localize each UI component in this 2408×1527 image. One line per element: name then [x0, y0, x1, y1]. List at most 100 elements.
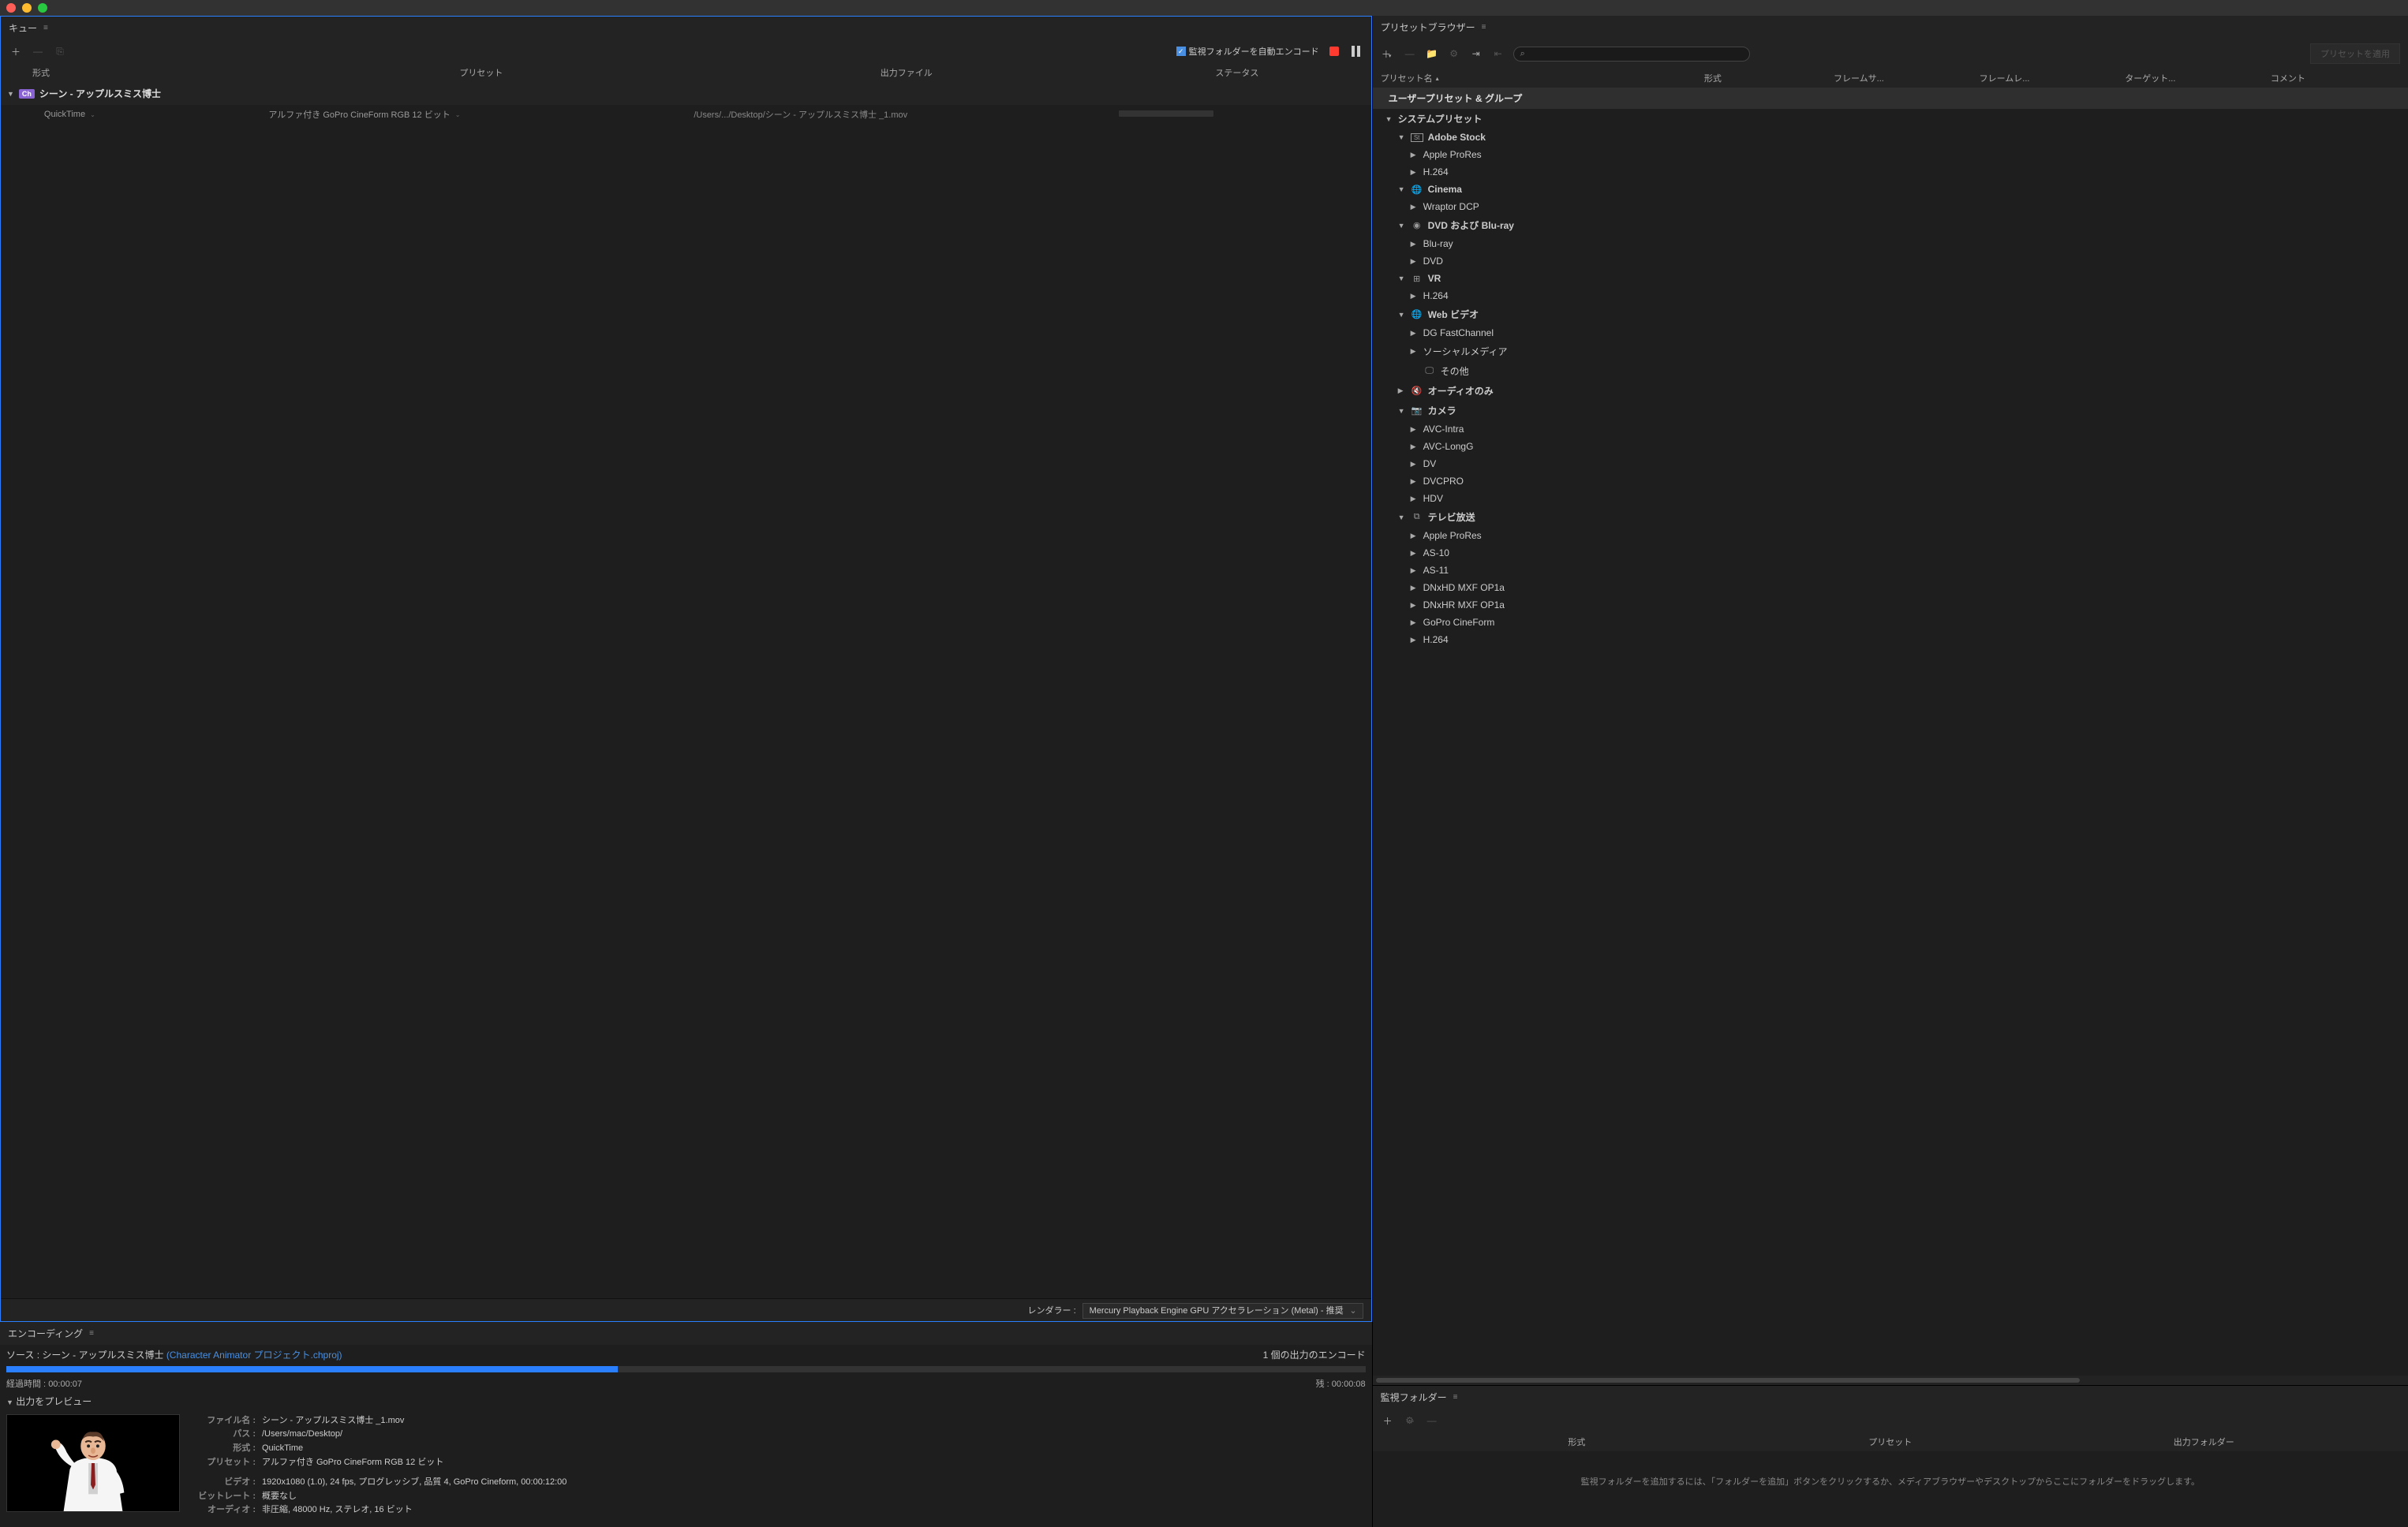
- preset-tree-item[interactable]: ▶DNxHD MXF OP1a: [1373, 579, 2408, 596]
- preset-tree-item[interactable]: ▶H.264: [1373, 287, 2408, 304]
- queue-source-row[interactable]: ▼ Ch シーン - アップルスミス博士: [1, 82, 1371, 105]
- remove-preset-button[interactable]: —: [1403, 47, 1417, 61]
- preset-tree-item[interactable]: ▶🔇オーディオのみ: [1373, 381, 2408, 401]
- preset-tree-item[interactable]: ▶HDV: [1373, 490, 2408, 507]
- encoding-project-link[interactable]: (Character Animator プロジェクト.chproj): [166, 1350, 342, 1361]
- duplicate-button[interactable]: ⎘: [53, 44, 67, 58]
- panel-menu-icon[interactable]: ≡: [43, 24, 48, 32]
- add-watch-folder-button[interactable]: ＋: [1381, 1413, 1395, 1428]
- chevron-down-icon: ▼: [1398, 407, 1406, 415]
- preset-tree-item[interactable]: ▶ AS-11: [1373, 562, 2408, 579]
- chevron-right-icon: ▶: [1411, 601, 1419, 610]
- preset-tree-item[interactable]: ▶ Apple ProRes: [1373, 527, 2408, 544]
- auto-encode-checkbox[interactable]: ✓ 監視フォルダーを自動エンコード: [1176, 45, 1319, 58]
- encoding-count: 1 個の出力のエンコード: [1263, 1348, 1366, 1361]
- preset-tree-item[interactable]: ▶Wraptor DCP: [1373, 198, 2408, 215]
- chevron-right-icon: ▶: [1411, 442, 1419, 451]
- panel-menu-icon[interactable]: ≡: [1482, 23, 1486, 32]
- preview-disclosure[interactable]: ▼ 出力をプレビュー: [6, 1394, 1366, 1408]
- col-preset-format[interactable]: 形式: [1704, 72, 1834, 84]
- new-group-button[interactable]: 📁: [1425, 47, 1439, 61]
- preset-tree-label: AS-10: [1423, 547, 1449, 558]
- col-preset-comment[interactable]: コメント: [2271, 72, 2400, 84]
- preset-tree-label: カメラ: [1428, 404, 1456, 417]
- add-preset-button[interactable]: ＋▾: [1381, 47, 1395, 61]
- preset-tree-item[interactable]: ▶AVC-LongG: [1373, 438, 2408, 455]
- preset-tree-item[interactable]: ▼🌐Web ビデオ: [1373, 304, 2408, 324]
- preset-tree-item[interactable]: ▶DVD: [1373, 252, 2408, 270]
- preset-tree-label: AS-11: [1423, 565, 1449, 576]
- renderer-row: レンダラー : Mercury Playback Engine GPU アクセラ…: [1, 1298, 1371, 1321]
- apply-preset-button[interactable]: プリセットを適用: [2310, 43, 2400, 64]
- preset-tree-item[interactable]: ▶ソーシャルメディア: [1373, 342, 2408, 361]
- col-preset-target[interactable]: ターゲット...: [2125, 72, 2271, 84]
- preset-tree-item[interactable]: ▶DNxHR MXF OP1a: [1373, 596, 2408, 614]
- preset-tree-label: その他: [1441, 364, 1469, 378]
- col-preset-framerate[interactable]: フレームレ...: [1980, 72, 2126, 84]
- output-format[interactable]: QuickTime: [44, 110, 85, 119]
- chevron-down-icon: ▼: [1398, 274, 1406, 282]
- preset-tree-item[interactable]: ▼StAdobe Stock: [1373, 129, 2408, 146]
- disclosure-icon[interactable]: ▼: [7, 90, 14, 98]
- col-preset-name[interactable]: プリセット名 ▴: [1381, 72, 1704, 84]
- import-preset-button[interactable]: ⇥: [1469, 47, 1483, 61]
- preset-tree-item[interactable]: ▼📷カメラ: [1373, 401, 2408, 420]
- preset-browser-panel: プリセットブラウザー ≡ ＋▾ — 📁 ⚙ ⇥ ⇤ ⌕ プリセットを適用 プリセ…: [1373, 16, 2408, 1385]
- queue-panel: キュー ≡ ＋ — ⎘ ✓ 監視フォルダーを自動エンコード 形式 プリセット: [0, 16, 1372, 1322]
- preset-tree-label: Web ビデオ: [1428, 308, 1479, 321]
- preset-panel-header: プリセットブラウザー ≡: [1373, 16, 2408, 39]
- preset-tree-item[interactable]: ▶DV: [1373, 455, 2408, 472]
- system-presets-group[interactable]: ▼ システムプリセット: [1373, 109, 2408, 129]
- watch-folder-panel: 監視フォルダー ≡ ＋ ⚙̶ — 形式 プリセット 出力フォルダー 監視フォルダ…: [1373, 1385, 2408, 1527]
- watch-panel-header: 監視フォルダー ≡: [1373, 1386, 2408, 1409]
- preset-tree-item[interactable]: ▶Apple ProRes: [1373, 146, 2408, 163]
- preview-thumbnail: [6, 1414, 180, 1512]
- chevron-right-icon: ▶: [1411, 151, 1419, 159]
- preset-tree-item[interactable]: ▼⊞VR: [1373, 270, 2408, 287]
- preset-tree-label: DVCPRO: [1423, 476, 1464, 487]
- close-window-button[interactable]: [6, 3, 16, 13]
- preset-tree-label: Apple ProRes: [1423, 530, 1482, 541]
- remove-watch-folder-button[interactable]: ⚙̶: [1403, 1413, 1417, 1428]
- preset-tree-item[interactable]: 🖵その他: [1373, 361, 2408, 381]
- maximize-window-button[interactable]: [38, 3, 47, 13]
- chevron-right-icon: ▶: [1411, 566, 1419, 575]
- preset-tree-item[interactable]: ▶H.264: [1373, 163, 2408, 181]
- preset-tree-item[interactable]: ▼🌐Cinema: [1373, 181, 2408, 198]
- chevron-right-icon: ▶: [1411, 532, 1419, 540]
- category-icon: 🌐: [1411, 309, 1423, 319]
- chevron-right-icon: ▶: [1411, 495, 1419, 503]
- preset-tree-label: Blu-ray: [1423, 238, 1453, 249]
- queue-output-row[interactable]: ▼ QuickTime ⌄ アルファ付き GoPro CineForm RGB …: [1, 105, 1371, 124]
- stop-queue-button[interactable]: [1327, 44, 1341, 58]
- minimize-window-button[interactable]: [22, 3, 32, 13]
- user-presets-group[interactable]: ユーザープリセット & グループ: [1373, 88, 2408, 109]
- preset-tree-item[interactable]: ▶H.264: [1373, 631, 2408, 648]
- output-preset[interactable]: アルファ付き GoPro CineForm RGB 12 ビット: [268, 108, 450, 121]
- add-source-button[interactable]: ＋: [9, 44, 23, 58]
- output-path[interactable]: /Users/.../Desktop/シーン - アップルスミス博士 _1.mo…: [694, 108, 1119, 121]
- panel-menu-icon[interactable]: ≡: [89, 1329, 94, 1338]
- col-preset-framesize[interactable]: フレームサ...: [1834, 72, 1980, 84]
- remove-source-button[interactable]: —: [31, 44, 45, 58]
- preset-tree-item[interactable]: ▼◉DVD および Blu-ray: [1373, 215, 2408, 235]
- preset-search-input[interactable]: ⌕: [1513, 47, 1750, 62]
- preset-tree-item[interactable]: ▶AVC-Intra: [1373, 420, 2408, 438]
- preset-tree-item[interactable]: ▶Blu-ray: [1373, 235, 2408, 252]
- panel-menu-icon[interactable]: ≡: [1453, 1393, 1458, 1402]
- preset-tree-item[interactable]: ▶AS-10: [1373, 544, 2408, 562]
- preset-tree-item[interactable]: ▶DVCPRO: [1373, 472, 2408, 490]
- category-icon: ⊞: [1411, 274, 1423, 284]
- chevron-down-icon: ⌄: [455, 111, 461, 118]
- preset-tree-item[interactable]: ▶GoPro CineForm: [1373, 614, 2408, 631]
- preset-horizontal-scrollbar[interactable]: [1373, 1376, 2408, 1385]
- export-preset-button[interactable]: ⇤: [1491, 47, 1505, 61]
- renderer-dropdown[interactable]: Mercury Playback Engine GPU アクセラレーション (M…: [1082, 1303, 1363, 1319]
- preset-settings-button[interactable]: ⚙: [1447, 47, 1461, 61]
- watch-folder-remove-button[interactable]: —: [1425, 1413, 1439, 1428]
- preset-tree-item[interactable]: ▼⧉テレビ放送: [1373, 507, 2408, 527]
- preset-tree-item[interactable]: ▶DG FastChannel: [1373, 324, 2408, 342]
- pause-queue-button[interactable]: [1349, 44, 1363, 58]
- preset-tree-label: H.264: [1423, 290, 1449, 301]
- watch-toolbar: ＋ ⚙̶ —: [1373, 1409, 2408, 1432]
